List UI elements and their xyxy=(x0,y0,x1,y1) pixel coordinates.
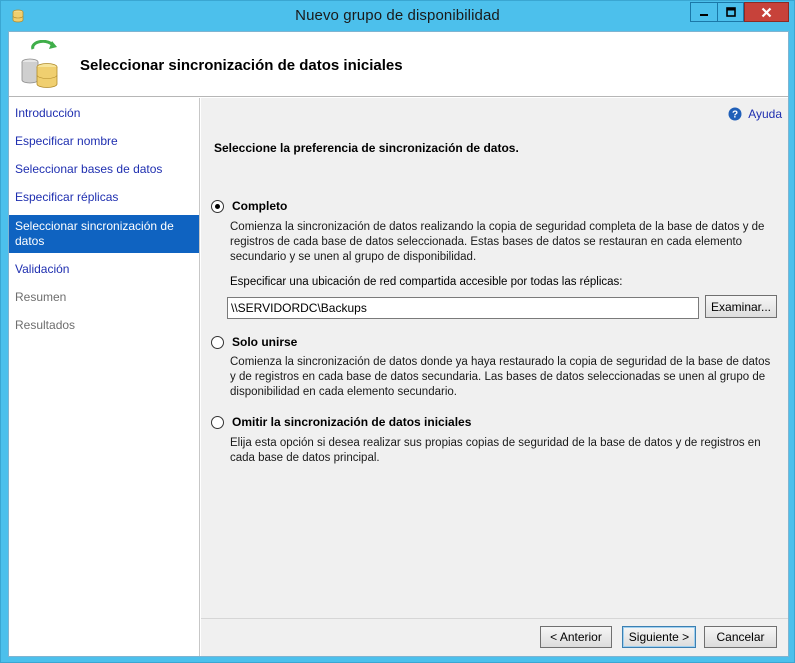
option-join-only-radio[interactable]: Solo unirse xyxy=(211,335,297,349)
nav-item-validation[interactable]: Validación xyxy=(9,262,199,277)
wizard-client-area: Seleccionar sincronización de datos inic… xyxy=(8,31,789,657)
wizard-nav: Introducción Especificar nombre Seleccio… xyxy=(9,98,200,656)
option-skip-label[interactable]: Omitir la sincronización de datos inicia… xyxy=(232,415,471,429)
option-skip-description: Elija esta opción si desea realizar sus … xyxy=(230,437,761,464)
maximize-icon xyxy=(725,7,736,17)
cancel-button[interactable]: Cancelar xyxy=(704,626,777,648)
main-content: ? Ayuda Seleccione la preferencia de sin… xyxy=(201,98,788,618)
svg-text:?: ? xyxy=(732,110,738,121)
nav-item-select-databases[interactable]: Seleccionar bases de datos xyxy=(9,162,199,177)
nav-item-select-data-sync[interactable]: Seleccionar sincronización de datos xyxy=(9,215,199,253)
help-icon: ? xyxy=(728,107,742,121)
help-link[interactable]: ? Ayuda xyxy=(728,107,782,121)
nav-item-introduction[interactable]: Introducción xyxy=(9,106,199,121)
option-full-radio[interactable]: Completo xyxy=(211,199,287,213)
nav-item-specify-replicas[interactable]: Especificar réplicas xyxy=(9,190,199,205)
share-location-input[interactable] xyxy=(227,297,699,319)
close-icon xyxy=(761,7,772,17)
nav-item-results: Resultados xyxy=(15,318,76,332)
next-button[interactable]: Siguiente > xyxy=(622,626,696,648)
browse-button[interactable]: Examinar... xyxy=(705,295,777,318)
option-full-label[interactable]: Completo xyxy=(232,199,287,213)
title-bar[interactable]: Nuevo grupo de disponibilidad xyxy=(1,1,794,31)
help-label: Ayuda xyxy=(748,107,782,121)
option-join-only-description: Comienza la sincronización de datos dond… xyxy=(230,356,771,398)
back-button[interactable]: < Anterior xyxy=(540,626,612,648)
option-skip-radio[interactable]: Omitir la sincronización de datos inicia… xyxy=(211,415,471,429)
nav-item-summary: Resumen xyxy=(15,290,67,304)
option-full-description: Comienza la sincronización de datos real… xyxy=(230,221,765,263)
page-title: Seleccionar sincronización de datos inic… xyxy=(80,57,403,74)
wizard-footer: < Anterior Siguiente > Cancelar xyxy=(201,618,788,656)
database-sync-icon xyxy=(21,40,58,88)
share-location-label: Especificar una ubicación de red compart… xyxy=(230,276,623,288)
close-button[interactable] xyxy=(744,2,789,22)
radio-skip[interactable] xyxy=(211,415,224,429)
nav-item-specify-name[interactable]: Especificar nombre xyxy=(9,134,199,149)
minimize-button[interactable] xyxy=(690,2,717,22)
sync-preference-prompt: Seleccione la preferencia de sincronizac… xyxy=(214,141,519,155)
wizard-window: Nuevo grupo de disponibilidad Selecciona… xyxy=(0,0,795,663)
radio-full[interactable] xyxy=(211,199,224,213)
radio-join-only[interactable] xyxy=(211,335,224,349)
window-title: Nuevo grupo de disponibilidad xyxy=(295,7,500,24)
page-header: Seleccionar sincronización de datos inic… xyxy=(9,32,788,97)
minimize-icon xyxy=(700,14,708,16)
option-join-only-label[interactable]: Solo unirse xyxy=(232,335,297,349)
maximize-button[interactable] xyxy=(717,2,744,22)
